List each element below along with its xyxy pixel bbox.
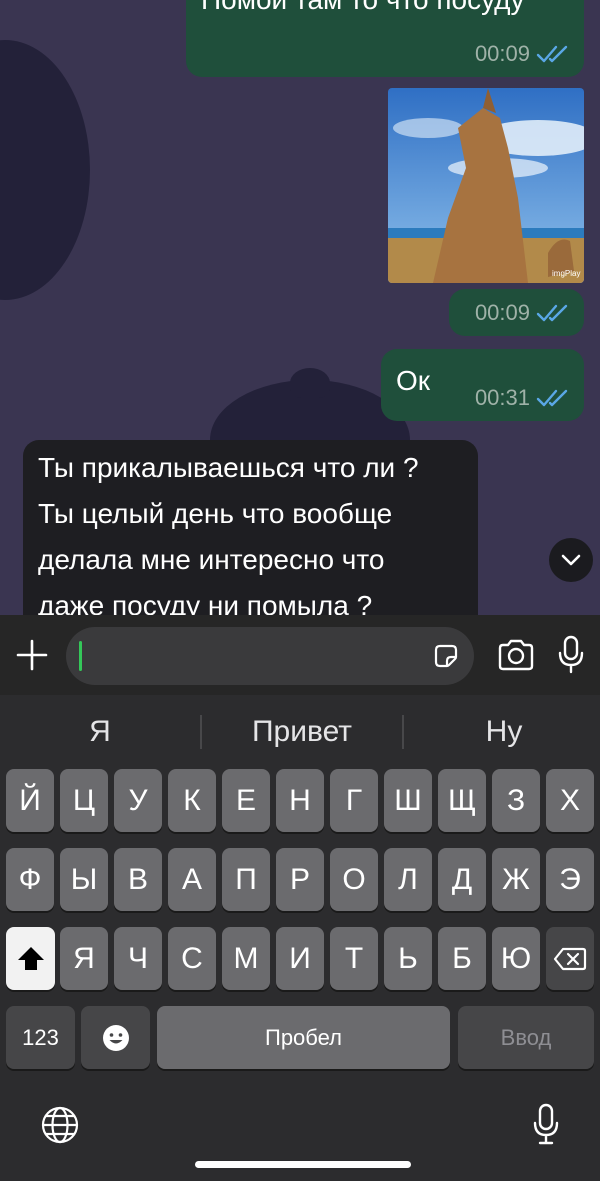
key[interactable]: Л <box>384 848 432 911</box>
scroll-to-bottom-button[interactable] <box>549 538 593 582</box>
key[interactable]: Ш <box>384 769 432 832</box>
wallpaper-shape <box>0 40 90 300</box>
key[interactable]: Ы <box>60 848 108 911</box>
message-line: Ты прикалываешься что ли ? <box>38 452 419 483</box>
suggestion-item[interactable]: Привет <box>202 715 402 749</box>
key[interactable]: Г <box>330 769 378 832</box>
shift-icon <box>17 946 44 970</box>
camera-icon[interactable] <box>497 638 535 672</box>
key[interactable]: Ч <box>114 927 162 990</box>
plus-icon[interactable] <box>14 637 50 673</box>
wallpaper-shape <box>290 368 330 398</box>
media-message-image[interactable]: imgPlay <box>388 88 584 283</box>
key[interactable]: Э <box>546 848 594 911</box>
key[interactable]: Х <box>546 769 594 832</box>
backspace-icon <box>553 947 587 970</box>
sticker-icon[interactable] <box>432 642 460 670</box>
message-text: Помой там то что посуду <box>201 0 525 16</box>
emoji-icon <box>102 1024 129 1051</box>
message-meta: 00:31 <box>475 385 570 411</box>
outgoing-message[interactable]: Помой там то что посуду 00:09 <box>186 0 584 77</box>
message-input[interactable] <box>66 627 474 685</box>
key[interactable]: Й <box>6 769 54 832</box>
keyboard: Я Привет Ну Й Ц У К Е Н Г Ш Щ З Х Ф Ы В … <box>0 695 600 1181</box>
space-key[interactable]: Пробел <box>157 1006 450 1069</box>
media-time-badge: 00:09 <box>449 289 584 336</box>
chat-area: Помой там то что посуду 00:09 imgPlay <box>0 0 600 615</box>
key[interactable]: Щ <box>438 769 486 832</box>
key[interactable]: Ф <box>6 848 54 911</box>
key[interactable]: В <box>114 848 162 911</box>
key[interactable]: А <box>168 848 216 911</box>
suggestion-bar: Я Привет Ну <box>0 695 600 767</box>
key[interactable]: С <box>168 927 216 990</box>
key[interactable]: З <box>492 769 540 832</box>
message-text: Ок <box>396 365 431 396</box>
message-line: даже посуду ни помыла ? <box>38 590 373 615</box>
globe-icon[interactable] <box>40 1105 80 1145</box>
microphone-icon[interactable] <box>532 1103 560 1145</box>
outgoing-message[interactable]: Ок 00:31 <box>381 349 584 421</box>
kangaroo-image: imgPlay <box>388 88 584 283</box>
key[interactable]: Ю <box>492 927 540 990</box>
key[interactable]: И <box>276 927 324 990</box>
key[interactable]: Д <box>438 848 486 911</box>
key[interactable]: Ц <box>60 769 108 832</box>
incoming-message[interactable]: Ты прикалываешься что ли ? Ты целый день… <box>23 440 478 615</box>
suggestion-item[interactable]: Я <box>0 715 200 749</box>
key[interactable]: У <box>114 769 162 832</box>
key[interactable]: Б <box>438 927 486 990</box>
key[interactable]: Ж <box>492 848 540 911</box>
message-time: 00:31 <box>474 385 530 410</box>
key[interactable]: К <box>168 769 216 832</box>
key[interactable]: М <box>222 927 270 990</box>
enter-key[interactable]: Ввод <box>458 1006 594 1069</box>
message-input-bar <box>0 615 600 695</box>
chevron-down-icon <box>561 554 581 566</box>
key[interactable]: Е <box>222 769 270 832</box>
key[interactable]: П <box>222 848 270 911</box>
key[interactable]: Н <box>276 769 324 832</box>
suggestion-item[interactable]: Ну <box>404 715 600 749</box>
read-ticks-icon <box>536 389 568 407</box>
message-meta: 00:09 <box>475 300 570 326</box>
message-meta: 00:09 <box>475 41 570 67</box>
shift-key[interactable] <box>6 927 55 990</box>
message-time: 00:09 <box>474 41 530 66</box>
key[interactable]: Р <box>276 848 324 911</box>
key[interactable]: Т <box>330 927 378 990</box>
image-watermark: imgPlay <box>552 269 580 278</box>
key[interactable]: Ь <box>384 927 432 990</box>
text-caret <box>79 641 82 671</box>
backspace-key[interactable] <box>546 927 594 990</box>
read-ticks-icon <box>536 45 568 63</box>
emoji-key[interactable] <box>81 1006 150 1069</box>
home-indicator <box>195 1161 411 1168</box>
message-line: Ты целый день что вообще <box>38 498 393 529</box>
message-line: делала мне интересно что <box>38 544 385 575</box>
message-time: 00:09 <box>474 300 530 325</box>
key[interactable]: Я <box>60 927 108 990</box>
numbers-key[interactable]: 123 <box>6 1006 75 1069</box>
read-ticks-icon <box>536 304 568 322</box>
key[interactable]: О <box>330 848 378 911</box>
microphone-icon[interactable] <box>556 635 586 675</box>
